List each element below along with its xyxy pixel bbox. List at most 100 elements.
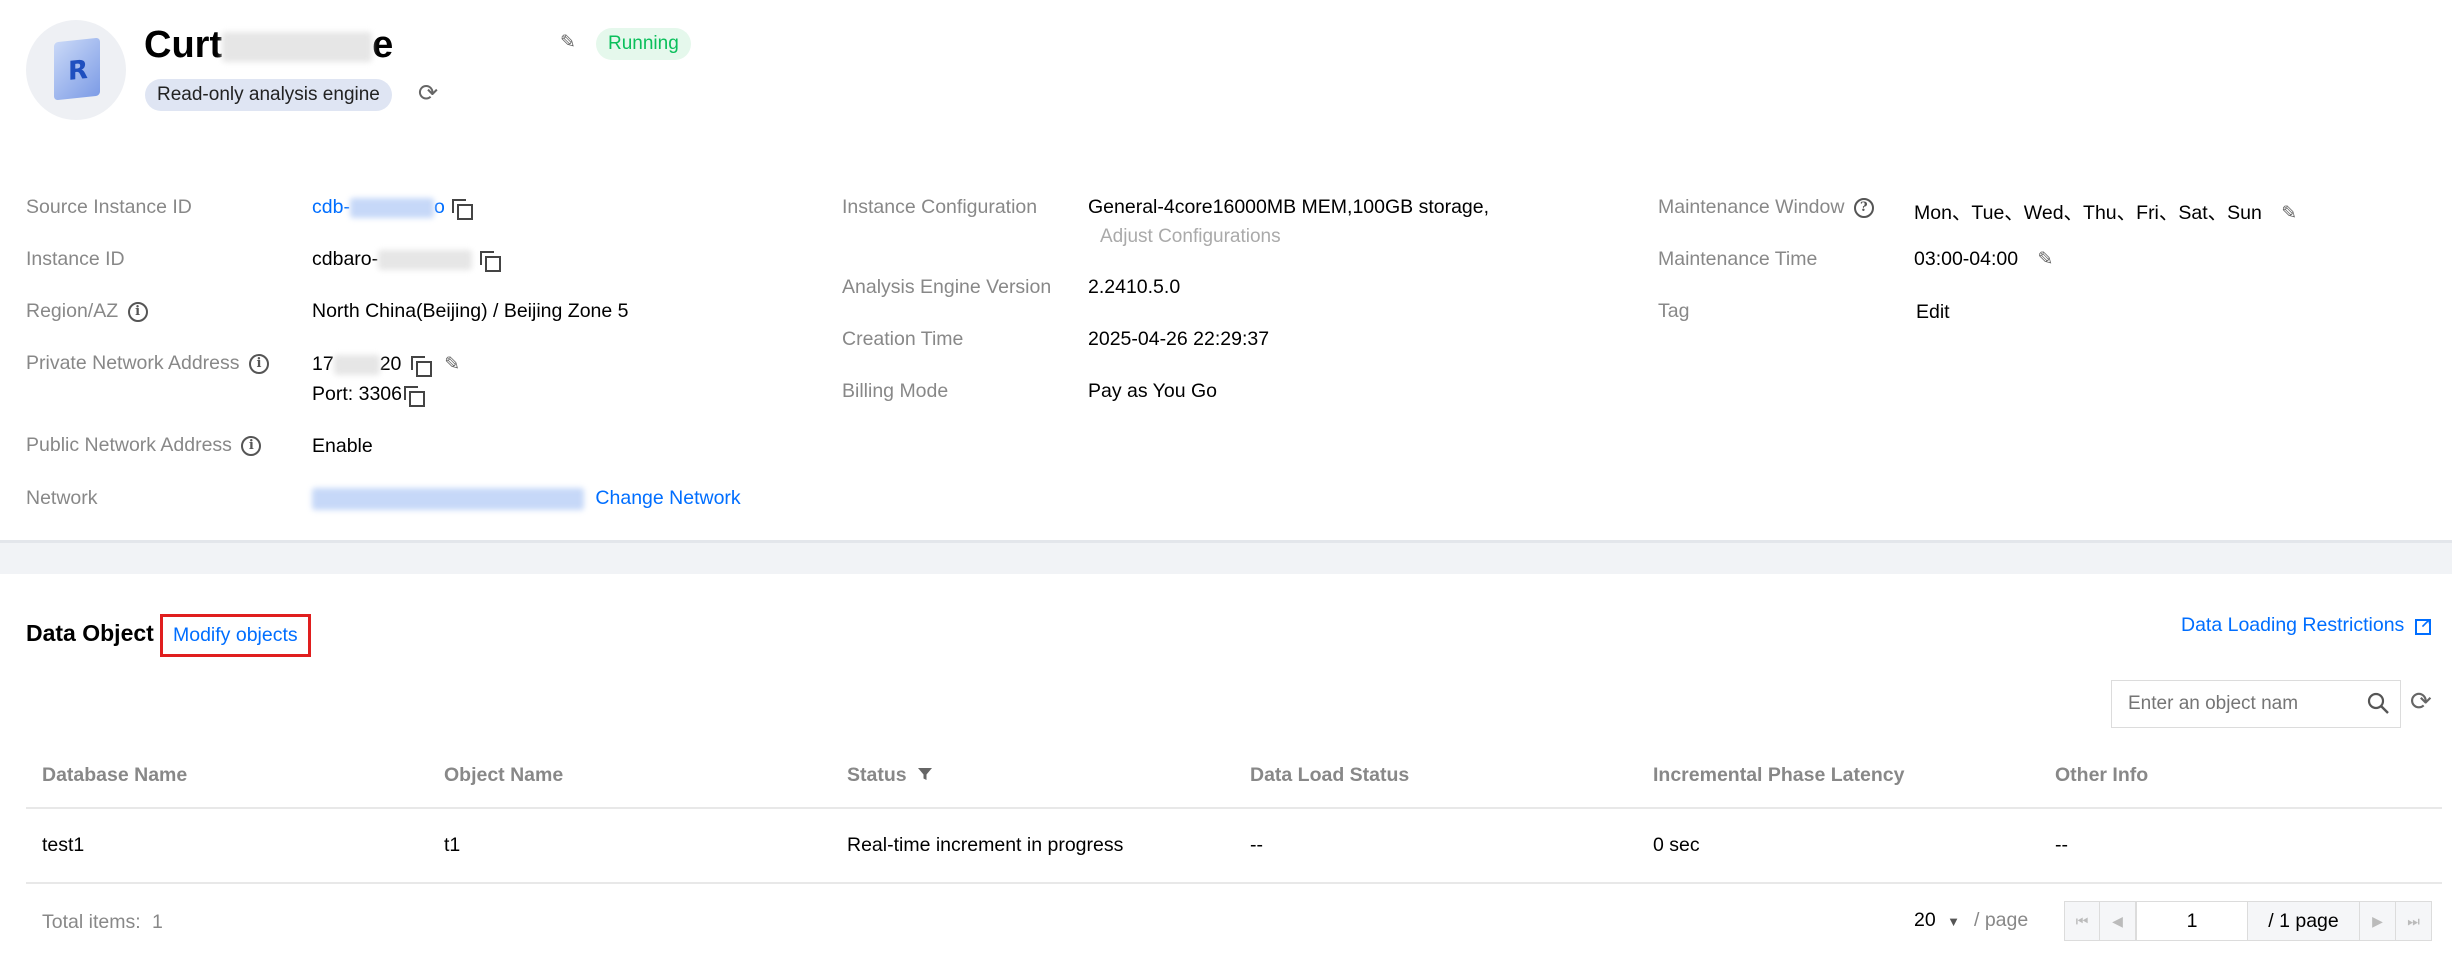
maintenance-time-value: 03:00-04:00 ✎ — [1914, 248, 2056, 271]
instance-name-suffix: e — [372, 24, 394, 66]
copy-icon[interactable] — [403, 385, 425, 407]
private-address-label-text: Private Network Address — [26, 352, 240, 374]
maintenance-window-days: Mon、Tue、Wed、Thu、Fri、Sat、Sun — [1914, 202, 2262, 224]
column-header-status[interactable]: Status — [847, 764, 933, 787]
refresh-icon[interactable]: ⟳ — [418, 80, 438, 108]
source-instance-id-value[interactable]: cdb-o — [312, 196, 474, 220]
change-network-link[interactable]: Change Network — [595, 487, 740, 509]
region-label-text: Region/AZ — [26, 300, 119, 322]
copy-icon[interactable] — [479, 250, 501, 272]
info-icon[interactable]: i — [127, 301, 148, 322]
creation-time-label: Creation Time — [842, 328, 964, 350]
instance-id-prefix: cdbaro- — [312, 248, 379, 270]
help-icon[interactable]: ? — [1853, 197, 1874, 218]
total-pages: / 1 page — [2248, 901, 2360, 941]
total-items: Total items: 1 — [42, 911, 163, 934]
current-page-input[interactable]: 1 — [2136, 901, 2248, 941]
cell-object: t1 — [444, 834, 461, 856]
total-items-label: Total items: — [42, 911, 141, 933]
refresh-list-icon[interactable]: ⟳ — [2410, 686, 2432, 716]
source-instance-id-prefix[interactable]: cdb- — [312, 196, 350, 218]
instance-name: Curt e — [144, 22, 393, 70]
network-value: Change Network — [312, 487, 741, 510]
data-loading-restrictions-link[interactable]: Data Loading Restrictions ↗ — [2181, 614, 2432, 637]
info-icon[interactable]: i — [241, 435, 262, 456]
network-label: Network — [26, 487, 98, 509]
port-text: Port: 3306 — [312, 383, 402, 405]
status-badge: Running — [596, 28, 691, 60]
enable-public-address-link[interactable]: Enable — [312, 435, 373, 458]
cell-other-info: -- — [2055, 834, 2068, 856]
info-icon[interactable]: i — [248, 353, 269, 374]
total-items-value: 1 — [152, 911, 163, 933]
config-label: Instance Configuration — [842, 196, 1038, 218]
engine-version-label: Analysis Engine Version — [842, 276, 1052, 298]
prev-page-icon[interactable]: ◀ — [2100, 901, 2136, 941]
adjust-config-link[interactable]: Adjust Configurations — [1100, 226, 1281, 248]
public-address-label: Public Network Address i — [26, 434, 262, 457]
engine-badge: Read-only analysis engine — [145, 79, 392, 111]
creation-time-value: 2025-04-26 22:29:37 — [1088, 328, 1270, 350]
object-search-input[interactable] — [2112, 681, 2352, 727]
next-page-icon[interactable]: ▶ — [2360, 901, 2396, 941]
column-header-latency: Incremental Phase Latency — [1653, 764, 1905, 786]
table-row-divider — [26, 882, 2442, 884]
column-header-other-info: Other Info — [2055, 764, 2149, 786]
page-size-suffix: / page — [1974, 909, 2029, 931]
maintenance-time-text: 03:00-04:00 — [1914, 248, 2019, 270]
source-instance-id-suffix[interactable]: o — [434, 196, 445, 218]
object-search-box[interactable] — [2111, 680, 2401, 728]
edit-icon[interactable]: ✎ — [444, 355, 462, 374]
chevron-down-icon[interactable]: ▼ — [1947, 914, 1960, 929]
maintenance-window-value: Mon、Tue、Wed、Thu、Fri、Sat、Sun ✎ — [1914, 196, 2299, 225]
instance-avatar: R — [26, 20, 126, 120]
redacted-source-id — [349, 197, 434, 218]
maintenance-time-label: Maintenance Time — [1658, 248, 1818, 270]
private-address-suffix: 20 — [379, 353, 402, 375]
page-size-value[interactable]: 20 — [1914, 909, 1936, 931]
maintenance-window-label: Maintenance Window ? — [1658, 196, 1874, 219]
cell-data-load-status: -- — [1250, 834, 1263, 856]
first-page-icon[interactable]: ⏮ — [2064, 901, 2100, 941]
external-link-icon[interactable]: ↗ — [2414, 615, 2432, 635]
billing-mode-value: Pay as You Go — [1088, 380, 1218, 402]
instance-id-label: Instance ID — [26, 248, 125, 270]
redacted-ip — [333, 354, 380, 375]
last-page-icon[interactable]: ⏭ — [2396, 901, 2432, 941]
page-size-select[interactable]: 20 ▼ — [1914, 909, 1960, 932]
search-icon[interactable] — [2366, 691, 2390, 715]
edit-name-icon[interactable]: ✎ — [560, 33, 578, 52]
data-object-title: Data Object — [26, 620, 154, 646]
cell-status: Real-time increment in progress — [847, 834, 1124, 856]
private-address-label: Private Network Address i — [26, 352, 269, 375]
column-header-data-load-status: Data Load Status — [1250, 764, 1410, 786]
instance-id-value: cdbaro- — [312, 248, 501, 272]
instance-name-prefix: Curt — [144, 24, 223, 66]
edit-tag-link[interactable]: Edit — [1916, 301, 1950, 324]
public-address-label-text: Public Network Address — [26, 434, 232, 456]
redacted-name — [222, 31, 373, 62]
column-header-status-text: Status — [847, 764, 907, 786]
source-instance-id-label: Source Instance ID — [26, 196, 192, 218]
copy-icon[interactable] — [410, 355, 432, 377]
column-header-object: Object Name — [444, 764, 564, 786]
edit-icon[interactable]: ✎ — [2038, 250, 2056, 269]
redacted-network[interactable] — [312, 487, 584, 510]
redacted-instance-id — [378, 249, 473, 270]
section-divider — [0, 540, 2452, 574]
modify-objects-button[interactable]: Modify objects — [160, 614, 311, 657]
cell-database: test1 — [42, 834, 85, 856]
data-loading-restrictions-text[interactable]: Data Loading Restrictions — [2181, 614, 2404, 636]
tag-label: Tag — [1658, 300, 1690, 322]
cell-latency: 0 sec — [1653, 834, 1700, 856]
copy-icon[interactable] — [452, 198, 474, 220]
region-value: North China(Beijing) / Beijing Zone 5 — [312, 300, 629, 322]
table-header-divider — [26, 807, 2442, 809]
filter-icon[interactable] — [917, 766, 933, 787]
private-address-value: 17 20 ✎ — [312, 353, 462, 377]
billing-mode-label: Billing Mode — [842, 380, 949, 402]
database-logo-icon: R — [54, 37, 100, 101]
region-label: Region/AZ i — [26, 300, 148, 323]
port-value: Port: 3306 — [312, 383, 425, 407]
edit-icon[interactable]: ✎ — [2281, 204, 2299, 223]
